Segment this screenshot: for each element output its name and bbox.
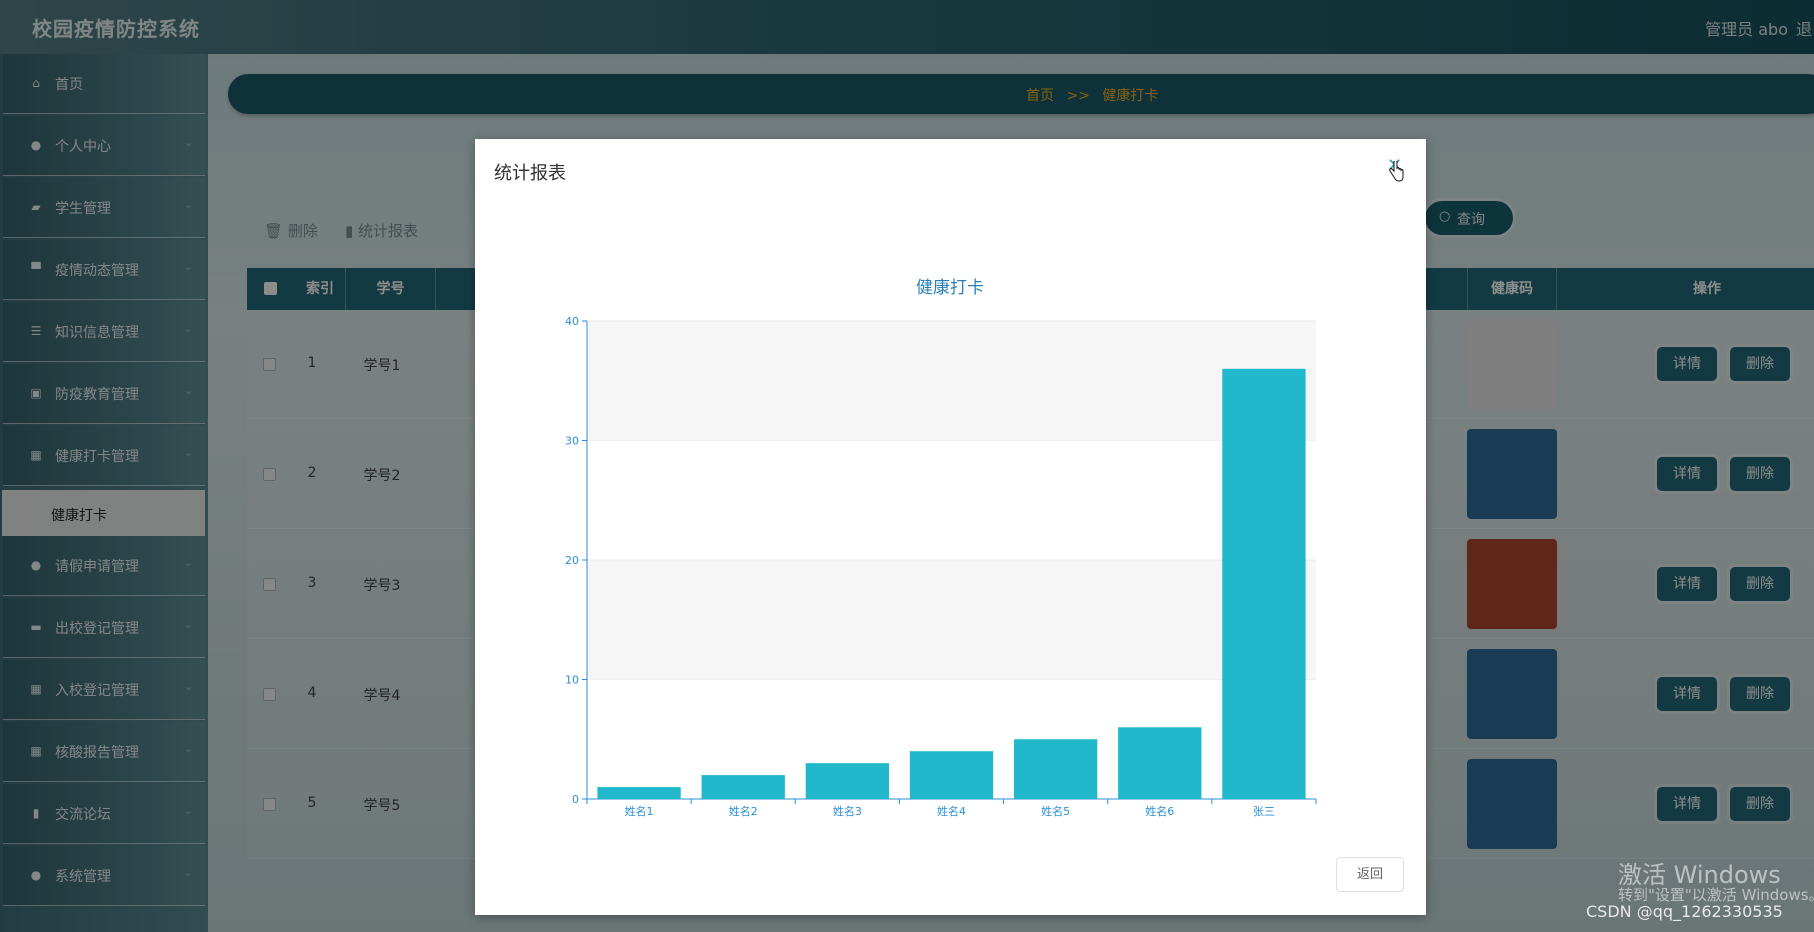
bar-姓名5 xyxy=(1013,739,1098,799)
bar-姓名3 xyxy=(805,763,890,799)
stats-report-dialog: 统计报表 ✕ 健康打卡010203040姓名1姓名2姓名3姓名4姓名5姓名6张三… xyxy=(475,139,1426,915)
y-tick-label: 10 xyxy=(565,674,579,687)
x-tick-label: 姓名1 xyxy=(625,804,654,818)
bar-张三 xyxy=(1222,368,1306,799)
y-tick-label: 20 xyxy=(565,554,579,567)
bar-姓名4 xyxy=(909,751,994,799)
grid-band xyxy=(587,321,1316,441)
x-tick-label: 姓名2 xyxy=(729,804,758,818)
y-tick-label: 30 xyxy=(565,435,579,448)
return-button[interactable]: 返回 xyxy=(1336,857,1404,892)
bar-姓名1 xyxy=(597,787,681,799)
bar-姓名6 xyxy=(1118,727,1202,799)
bar-chart: 健康打卡 0 10 20 30 40 姓名1 姓名2 姓名3 姓名4 姓名5 姓名6 张三 xyxy=(565,278,1317,818)
x-tick-label: 张三 xyxy=(1253,805,1275,818)
dialog-title: 统计报表 xyxy=(494,163,566,184)
x-tick-label: 姓名3 xyxy=(833,804,862,818)
chart-title: 健康打卡 xyxy=(916,278,984,298)
x-tick-label: 姓名5 xyxy=(1041,804,1070,818)
y-tick-label: 40 xyxy=(565,315,579,328)
x-tick-label: 姓名4 xyxy=(937,804,966,818)
csdn-watermark: CSDN @qq_1262330535 xyxy=(1586,902,1783,921)
bar-姓名2 xyxy=(701,775,785,799)
x-tick-label: 姓名6 xyxy=(1145,804,1174,818)
grid-band xyxy=(587,560,1316,680)
hand-cursor-icon xyxy=(1389,161,1404,182)
y-tick-label: 0 xyxy=(572,793,579,806)
